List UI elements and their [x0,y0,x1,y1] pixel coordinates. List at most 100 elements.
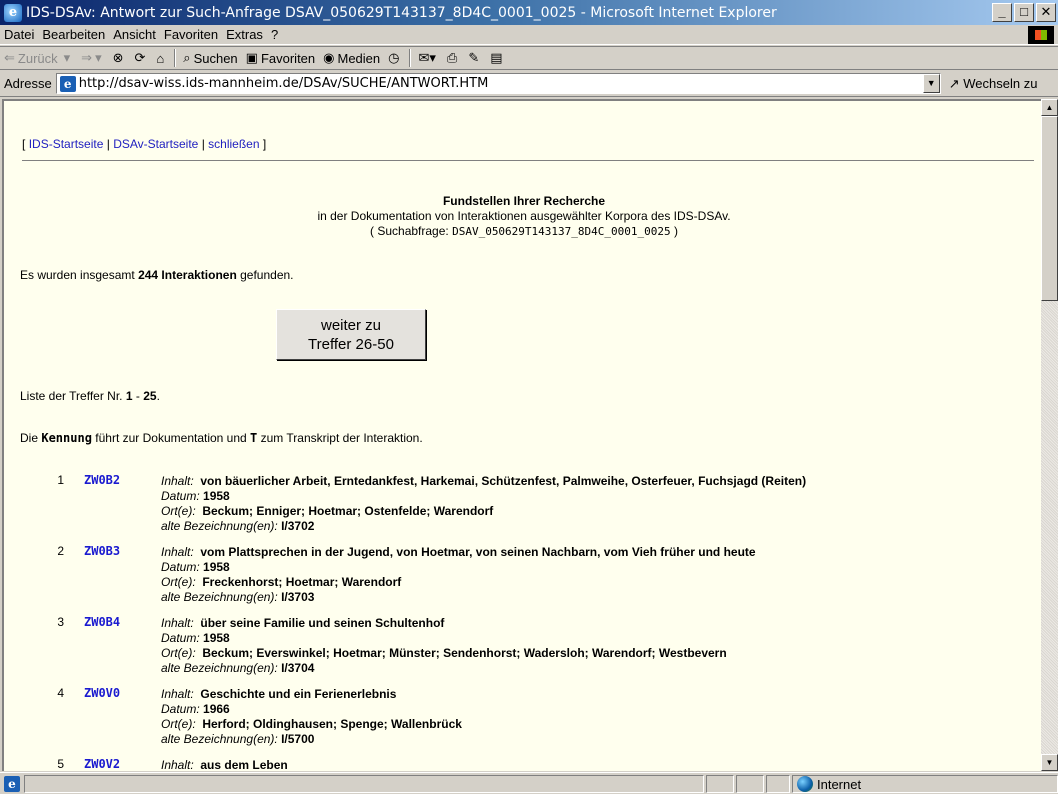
result-inhalt: Geschichte und ein Ferienerlebnis [200,687,397,701]
print-icon: ⎙ [446,50,458,65]
result-datum: 1958 [203,631,230,645]
discuss-button[interactable]: ▤ [486,50,509,66]
alte-label: alte Bezeichnung(en): [161,661,278,675]
list-range-pre: Liste der Treffer Nr. [20,389,123,403]
result-inhalt: von bäuerlicher Arbeit, Erntedankfest, H… [200,474,807,488]
close-button[interactable]: ✕ [1036,3,1056,22]
page-content: [ IDS-Startseite | DSAv-Startseite | sch… [2,99,1041,771]
result-inhalt: über seine Familie und seinen Schultenho… [200,616,445,630]
go-label: Wechseln zu [963,75,1038,91]
menu-datei[interactable]: Datei [0,27,38,42]
status-panel [766,775,790,793]
forward-arrow-icon: ⇒ [81,50,93,65]
menu-extras[interactable]: Extras [222,27,267,42]
result-id-link[interactable]: ZW0V0 [84,686,120,700]
forward-button[interactable]: ⇒ ▾ [77,50,108,66]
result-number: 3 [57,615,64,629]
list-range-dash: - [135,389,140,403]
scroll-down-icon[interactable]: ▼ [1041,754,1058,771]
toolbar-separator [409,49,412,67]
result-number: 2 [57,544,64,558]
toolbar-separator [174,49,177,67]
title-bar: e IDS-DSAv: Antwort zur Such-Anfrage DSA… [0,0,1058,25]
result-item: 5 ZW0V2 Inhalt: aus dem Leben [4,754,1041,771]
scroll-thumb[interactable] [1041,116,1058,301]
legend-kennung: Kennung [41,431,92,445]
query-line: ( Suchabfrage: DSAV_050629T143137_8D4C_0… [4,224,1041,239]
status-text-panel [24,775,704,793]
nav-bracket-close: ] [262,137,267,151]
datum-label: Datum: [161,560,200,574]
result-details: Inhalt: vom Plattsprechen in der Jugend,… [161,545,756,605]
inhalt-label: Inhalt: [161,545,194,559]
result-details: Inhalt: über seine Familie und seinen Sc… [161,616,727,676]
result-id-link[interactable]: ZW0B2 [84,473,120,487]
nav-link-dsav-startseite[interactable]: DSAv-Startseite [113,137,198,151]
vertical-scrollbar[interactable]: ▲ ▼ [1041,99,1058,771]
next-button-line2: Treffer 26-50 [308,336,394,353]
address-dropdown-icon[interactable]: ▼ [922,74,940,93]
menu-favoriten[interactable]: Favoriten [160,27,222,42]
back-dropdown-icon[interactable]: ▾ [64,50,71,66]
history-icon: ◷ [388,50,400,65]
back-button[interactable]: ⇐ Zurück ▾ [0,50,77,66]
ie-app-icon[interactable]: e [4,3,22,22]
media-button[interactable]: ◉ Medien [319,50,384,66]
legend-t: T [250,431,258,445]
search-button[interactable]: ⌕ Suchen [179,50,241,66]
query-label: ( Suchabfrage: [370,224,449,238]
divider [22,160,1034,161]
result-details: Inhalt: von bäuerlicher Arbeit, Erntedan… [161,474,806,534]
menu-bearbeiten[interactable]: Bearbeiten [38,27,109,42]
query-id: DSAV_050629T143137_8D4C_0001_0025 [452,225,671,238]
back-arrow-icon: ⇐ [4,50,15,65]
nav-link-schliessen[interactable]: schließen [208,137,259,151]
zone-label: Internet [817,776,862,792]
found-summary: Es wurden insgesamt 244 Interaktionen ge… [20,268,294,282]
datum-label: Datum: [161,631,200,645]
address-field[interactable]: e ▼ [55,73,941,94]
address-input[interactable] [78,76,919,91]
favorites-button[interactable]: ▣ Favoriten [242,50,320,66]
list-range-dot: . [156,389,160,403]
address-bar: Adresse e ▼ ↗ Wechseln zu [0,71,1058,97]
toolbar: ⇐ Zurück ▾ ⇒ ▾ ⊗ ⟳ ⌂ ⌕ Suchen ▣ Favorite… [0,46,1058,70]
next-results-button[interactable]: weiter zu Treffer 26-50 [276,309,426,360]
maximize-button[interactable]: □ [1014,3,1034,22]
result-id-link[interactable]: ZW0B3 [84,544,120,558]
print-button[interactable]: ⎙ [443,50,464,66]
mail-icon: ✉▾ [418,50,436,65]
result-inhalt: aus dem Leben [200,758,288,771]
result-inhalt: vom Plattsprechen in der Jugend, von Hoe… [200,545,756,559]
menu-help[interactable]: ? [267,27,282,42]
history-button[interactable]: ◷ [384,50,406,66]
minimize-button[interactable]: _ [992,3,1012,22]
address-label: Adresse [4,76,52,91]
stop-button[interactable]: ⊗ [109,50,131,66]
result-datum: 1958 [203,489,230,503]
menu-ansicht[interactable]: Ansicht [109,27,160,42]
datum-label: Datum: [161,489,200,503]
nav-separator: | [106,137,110,151]
result-orte: Beckum; Enniger; Hoetmar; Ostenfelde; Wa… [202,504,494,518]
edit-button[interactable]: ✎ [464,50,486,66]
result-id-link[interactable]: ZW0B4 [84,615,120,629]
inhalt-label: Inhalt: [161,616,194,630]
go-button[interactable]: ↗ Wechseln zu [949,76,1038,92]
legend-mid: führt zur Dokumentation und [95,431,247,445]
result-id-link[interactable]: ZW0V2 [84,757,120,771]
result-item: 4 ZW0V0 Inhalt: Geschichte und ein Feriene… [4,683,1041,754]
found-text-pre: Es wurden insgesamt [20,268,135,282]
forward-dropdown-icon[interactable]: ▾ [95,50,102,66]
home-button[interactable]: ⌂ [152,51,171,66]
refresh-button[interactable]: ⟳ [131,50,153,66]
legend-pre: Die [20,431,39,445]
search-icon: ⌕ [183,50,191,65]
heading-subtitle: in der Dokumentation von Interaktionen a… [317,209,731,223]
page-nav: [ IDS-Startseite | DSAv-Startseite | sch… [22,137,266,151]
scroll-up-icon[interactable]: ▲ [1041,99,1058,116]
next-button-line1: weiter zu [320,317,382,334]
mail-button[interactable]: ✉▾ [414,50,442,66]
inhalt-label: Inhalt: [161,687,194,701]
nav-link-ids-startseite[interactable]: IDS-Startseite [29,137,104,151]
